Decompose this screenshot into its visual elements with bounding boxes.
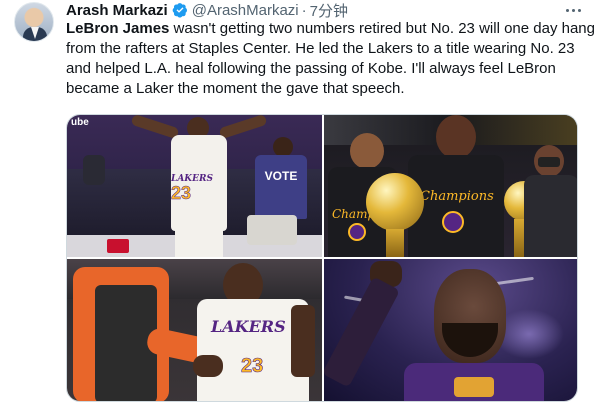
author-avatar[interactable] bbox=[14, 2, 54, 42]
photo-1-jersey-number: 23 bbox=[171, 183, 192, 203]
photo-2[interactable]: Champions Champions bbox=[324, 115, 577, 257]
photo-2-shirt-text-center: Champions bbox=[420, 189, 494, 204]
tweet[interactable]: Arash Markazi @ArashMarkazi · 7分钟 LeBron… bbox=[0, 0, 609, 412]
photo-1-player2-head bbox=[273, 137, 293, 157]
photo-2-mask bbox=[538, 157, 560, 167]
tweet-header: Arash Markazi @ArashMarkazi · 7分钟 bbox=[66, 0, 348, 20]
photo-1-logo bbox=[107, 239, 129, 253]
photo-1-vote-shirt: VOTE bbox=[255, 155, 307, 219]
photo-3-jersey-number: 23 bbox=[241, 355, 264, 378]
more-options-icon[interactable] bbox=[562, 2, 584, 18]
photo-1-bystander bbox=[83, 155, 105, 185]
photo-1-jersey: LAKERS 23 bbox=[171, 135, 227, 231]
photo-1-raised-arm-right bbox=[218, 115, 268, 140]
photo-3[interactable]: LAKERS 23 bbox=[67, 259, 322, 401]
photo-3-player-arm bbox=[291, 305, 315, 377]
tweet-timestamp[interactable]: 7分钟 bbox=[310, 0, 348, 21]
photo-1-raised-arm-left bbox=[130, 115, 180, 140]
photo-1-player2-legs bbox=[247, 215, 297, 245]
photo-2-player-left-head bbox=[350, 133, 384, 169]
photo-4[interactable] bbox=[324, 259, 577, 401]
photo-1-shorts bbox=[175, 229, 223, 257]
photo-1-corner-text: ube bbox=[71, 117, 89, 128]
photo-2-player-right-shirt bbox=[524, 175, 577, 257]
author-handle[interactable]: @ArashMarkazi bbox=[192, 2, 299, 19]
header-separator: · bbox=[301, 1, 307, 19]
photo-2-badge-left bbox=[348, 223, 366, 241]
tweet-mention: LeBron James bbox=[66, 20, 170, 37]
photo-2-trophy-ball-left bbox=[366, 173, 424, 231]
media-grid: ube LAKERS 23 VOTE Champions Champions L… bbox=[66, 114, 578, 402]
photo-1[interactable]: ube LAKERS 23 VOTE bbox=[67, 115, 322, 257]
photo-2-badge-center bbox=[442, 211, 464, 233]
photo-2-trophy-base-left bbox=[386, 229, 404, 257]
photo-3-handshake bbox=[193, 355, 223, 377]
verified-badge-icon bbox=[172, 3, 187, 18]
tweet-text: LeBron James wasn't getting two numbers … bbox=[66, 19, 596, 99]
photo-2-player-center-head bbox=[436, 115, 476, 159]
author-name[interactable]: Arash Markazi bbox=[66, 2, 168, 19]
photo-3-jersey-word: LAKERS bbox=[211, 317, 286, 336]
photo-4-jersey-trim bbox=[454, 377, 494, 397]
photo-4-raised-arm bbox=[324, 276, 401, 388]
